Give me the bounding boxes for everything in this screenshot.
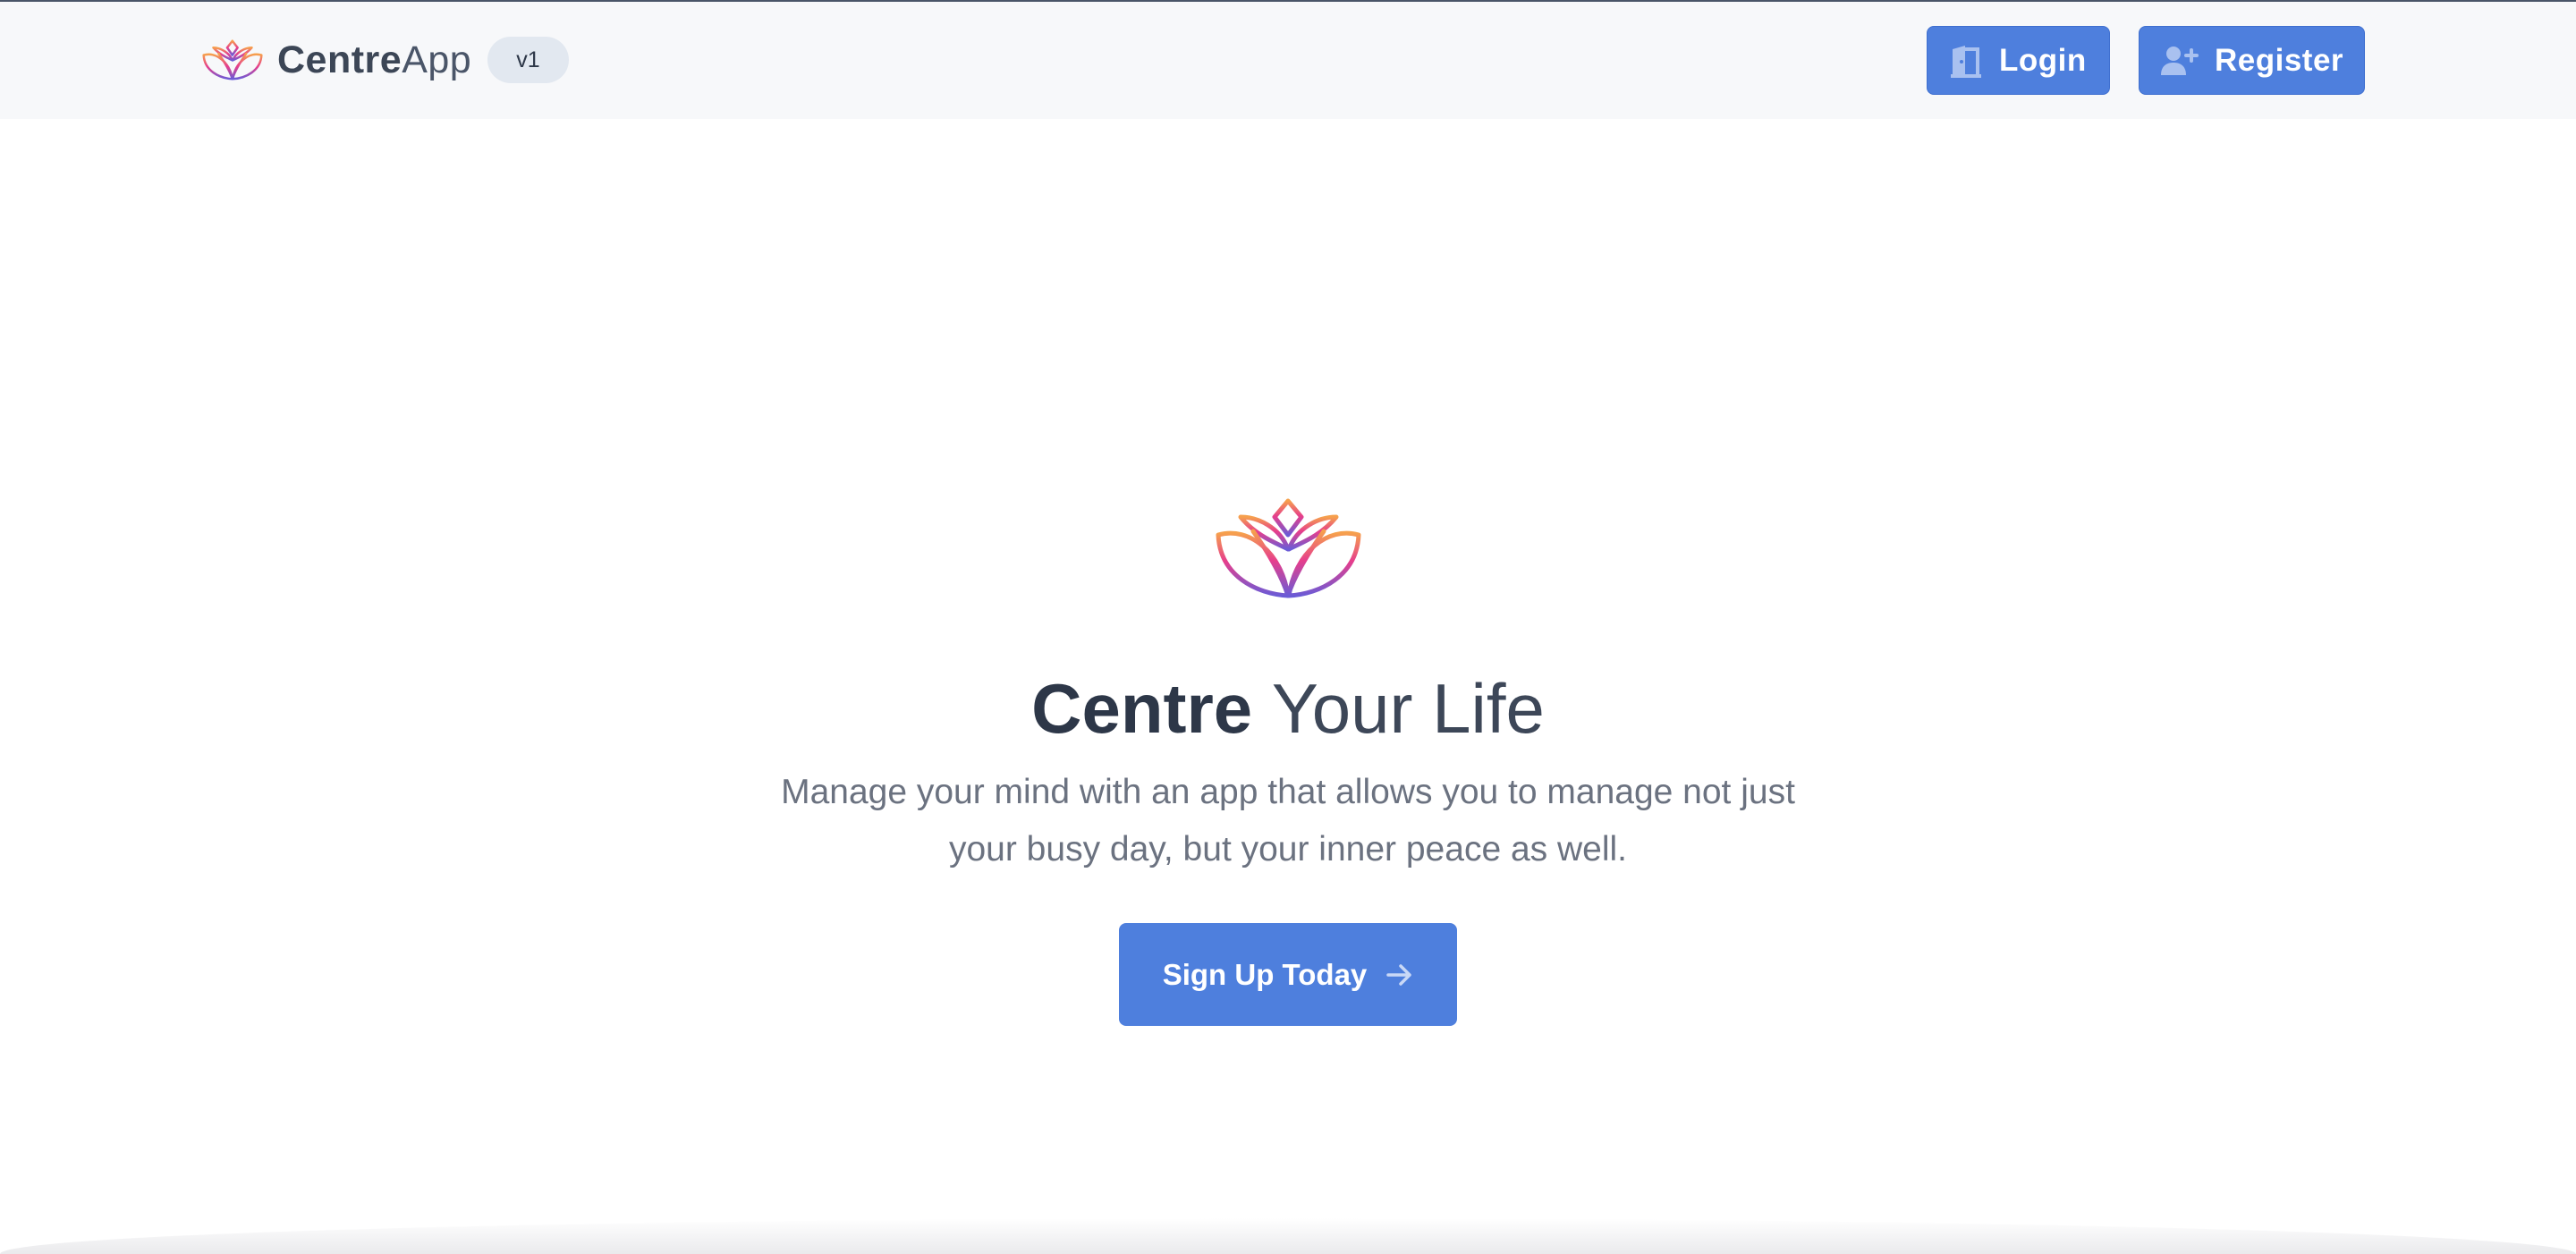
top-navbar: CentreApp v1 Login Register (0, 2, 2576, 119)
brand-name-bold: Centre (277, 38, 402, 81)
hero-title: Centre Your Life (0, 664, 2576, 753)
hero-subtitle: Manage your mind with an app that allows… (781, 773, 1795, 868)
hero-title-bold: Centre (1031, 669, 1253, 748)
hero-title-light: Your Life (1271, 669, 1545, 748)
lotus-icon (1216, 498, 1361, 598)
arrow-right-icon (1386, 963, 1412, 986)
user-plus-icon (2161, 46, 2199, 75)
brand-name: CentreApp (277, 36, 471, 84)
login-button[interactable]: Login (1927, 26, 2110, 95)
brand[interactable]: CentreApp v1 (202, 36, 569, 84)
page-bottom-shadow (0, 1218, 2576, 1254)
brand-name-light: App (402, 38, 472, 81)
sign-up-button[interactable]: Sign Up Today (1119, 923, 1457, 1026)
version-badge: v1 (487, 37, 569, 83)
lotus-icon (202, 39, 263, 80)
sign-up-label: Sign Up Today (1162, 957, 1368, 991)
door-icon (1951, 45, 1981, 78)
register-label: Register (2215, 42, 2344, 78)
register-button[interactable]: Register (2139, 26, 2365, 95)
login-label: Login (1999, 42, 2087, 78)
